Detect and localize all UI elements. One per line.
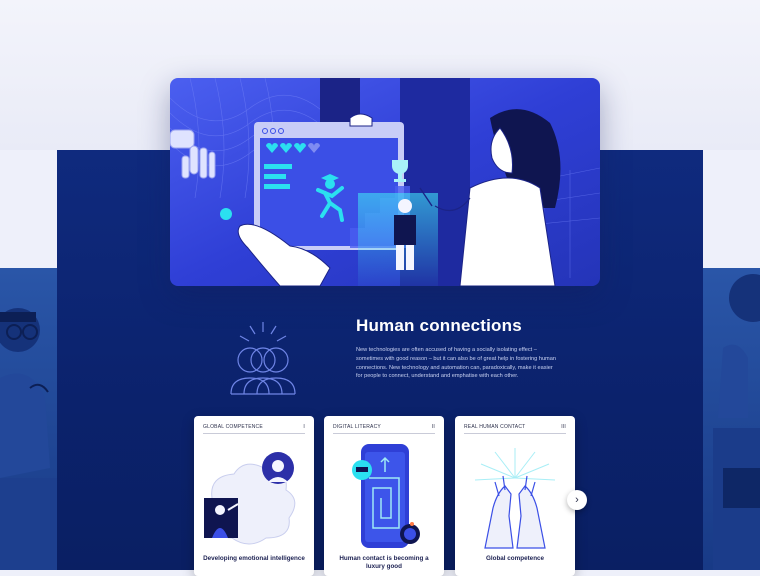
card-title: Developing emotional intelligence: [203, 555, 305, 562]
human-connection-icon: [230, 322, 296, 395]
card-number: III: [561, 424, 566, 430]
hands-touch-illustration: [474, 448, 556, 549]
card-category: GLOBAL COMPETENCE: [203, 424, 263, 430]
card-digital-literacy[interactable]: DIGITAL LITERACY II Human contact is bec…: [324, 416, 444, 576]
card-title: Global competence: [485, 555, 545, 562]
hero-illustration: [170, 78, 600, 286]
card-number: I: [303, 424, 305, 430]
card-category: DIGITAL LITERACY: [333, 424, 381, 430]
card-category: REAL HUMAN CONTACT: [464, 424, 526, 430]
section-intro: New technologies are often accused of ha…: [356, 347, 556, 380]
card-header: GLOBAL COMPETENCE I: [203, 424, 305, 434]
people-bubble-illustration: [204, 452, 296, 545]
card-number: II: [431, 424, 435, 430]
card-header: DIGITAL LITERACY II: [333, 424, 435, 434]
phone-maze-illustration: [352, 444, 420, 548]
side-illustration-right: [713, 274, 760, 570]
card-title: Human contact is becoming a luxury good: [339, 555, 429, 570]
chevron-right-icon: ›: [575, 494, 579, 506]
next-slide-peek[interactable]: [703, 268, 760, 570]
card-real-human-contact[interactable]: REAL HUMAN CONTACT III Global competence: [455, 416, 575, 576]
card-header: REAL HUMAN CONTACT III: [464, 424, 566, 434]
side-illustration-left: [0, 308, 57, 570]
previous-slide-peek[interactable]: [0, 268, 57, 570]
next-button[interactable]: ›: [567, 490, 587, 510]
section-title: Human connections: [356, 316, 522, 335]
card-global-competence[interactable]: GLOBAL COMPETENCE I Developing emotional…: [194, 416, 314, 576]
